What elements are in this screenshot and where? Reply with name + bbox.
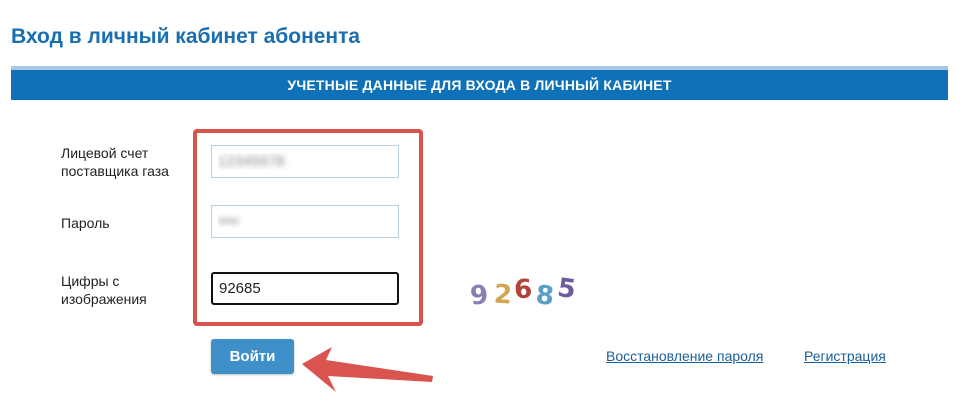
account-label: Лицевой счет поставщика газа (61, 144, 169, 180)
captcha-input[interactable] (211, 272, 399, 305)
captcha-label-line2: изображения (61, 291, 147, 307)
page-title: Вход в личный кабинет абонента (11, 25, 361, 48)
captcha-digit: 2 (493, 279, 513, 310)
captcha-label-line1: Цифры с (61, 273, 120, 289)
captcha-digit: 9 (469, 280, 490, 310)
captcha-digit: 6 (513, 274, 533, 305)
account-label-line2: поставщика газа (61, 163, 169, 179)
captcha-image: 9 2 6 8 5 (469, 273, 578, 310)
register-link[interactable]: Регистрация (804, 348, 886, 364)
arrow-pointer-icon (302, 347, 433, 392)
captcha-label: Цифры с изображения (61, 272, 147, 308)
form-header-bar: УЧЕТНЫЕ ДАННЫЕ ДЛЯ ВХОДА В ЛИЧНЫЙ КАБИНЕ… (11, 70, 948, 100)
account-label-line1: Лицевой счет (61, 145, 149, 161)
password-input[interactable] (211, 205, 399, 238)
recover-password-link[interactable]: Восстановление пароля (606, 348, 763, 364)
login-button[interactable]: Войти (211, 339, 294, 374)
captcha-digit: 8 (535, 280, 556, 310)
password-label: Пароль (61, 215, 110, 231)
account-input[interactable] (211, 145, 399, 178)
captcha-digit: 5 (556, 273, 578, 305)
